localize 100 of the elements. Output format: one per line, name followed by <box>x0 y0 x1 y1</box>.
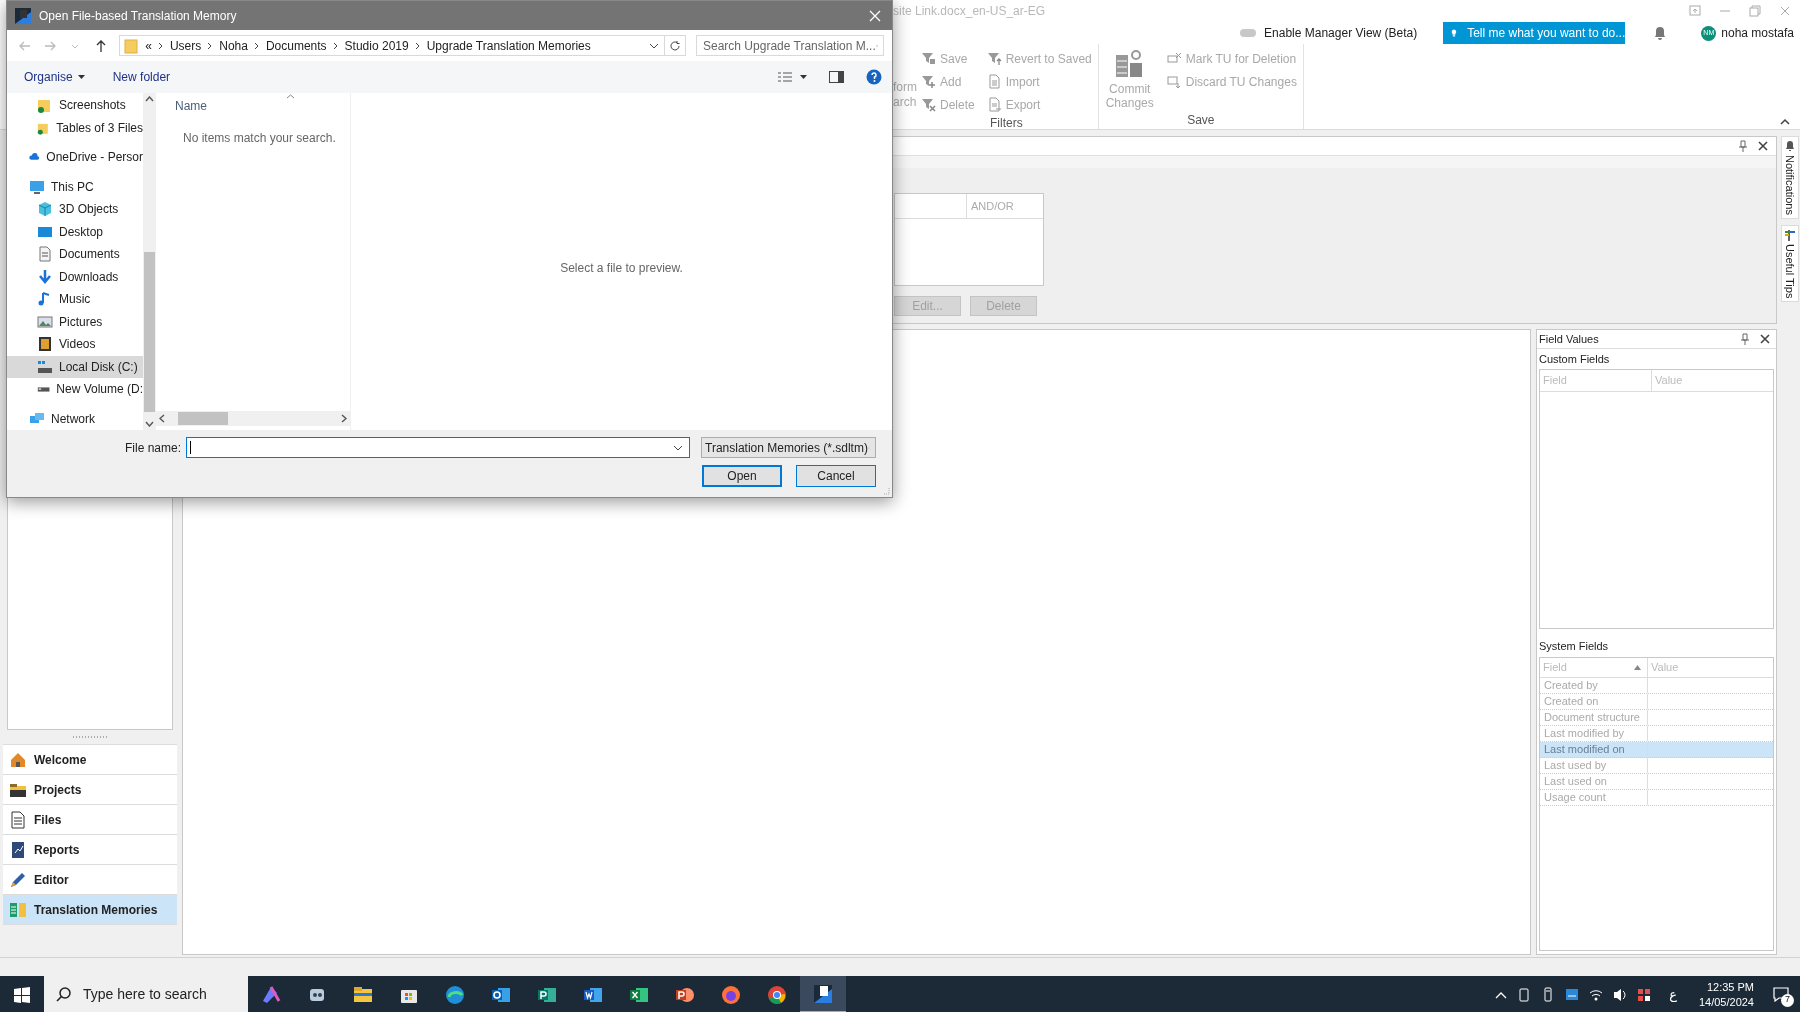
record-icon <box>1166 74 1182 89</box>
message-icon <box>1773 987 1789 1002</box>
filter-icon <box>921 74 936 89</box>
side-tab[interactable]: Useful Tips <box>1781 224 1799 303</box>
view-list-icon <box>778 71 792 83</box>
onedrive-icon[interactable] <box>1565 987 1580 1002</box>
folder-tree-item[interactable]: Videos <box>7 333 143 356</box>
search-field[interactable]: Search Upgrade Translation M... <box>696 35 884 56</box>
folder-tree-item[interactable]: Downloads <box>7 265 143 288</box>
resize-grip-icon <box>882 487 890 495</box>
folder-tree-item[interactable]: Tables of 3 Files <box>7 116 143 139</box>
disk-icon <box>37 358 53 375</box>
horizontal-scrollbar[interactable] <box>156 411 350 426</box>
empty-message: No items match your search. <box>182 130 337 147</box>
drive-icon <box>37 385 51 393</box>
folder-tree-item[interactable]: New Volume (D: <box>7 378 143 401</box>
filter-icon <box>986 51 1002 66</box>
tm-icon <box>9 900 27 919</box>
grid-icon[interactable] <box>1637 987 1652 1002</box>
side-tab[interactable]: Notifications <box>1781 136 1799 219</box>
language-indicator[interactable]: ع <box>1661 984 1685 1005</box>
vertical-scrollbar[interactable] <box>143 93 156 430</box>
filter-icon <box>921 97 936 112</box>
toggle-switch[interactable] <box>1240 29 1257 37</box>
preview-message: Select a file to preview. <box>560 260 683 277</box>
folder-tree-item[interactable]: Screenshots <box>7 94 143 117</box>
open-button[interactable]: Open <box>702 465 782 487</box>
chevron-up-icon <box>145 96 154 102</box>
view-menu[interactable] <box>778 71 807 83</box>
folder-tree-item[interactable]: Network <box>7 407 143 430</box>
organise-menu[interactable]: Organise <box>24 68 85 86</box>
folder-tree-item[interactable]: Desktop <box>7 220 143 243</box>
pin-icon[interactable] <box>1738 140 1748 152</box>
toggle-label: Enable Manager View (Beta) <box>1264 25 1418 42</box>
user-name[interactable]: noha mostafa <box>1721 24 1794 42</box>
nav-item[interactable]: Files <box>3 804 177 834</box>
chevron-right-icon <box>207 41 214 50</box>
document-icon <box>986 97 1002 112</box>
folder-tree-item[interactable]: Documents <box>7 243 143 266</box>
folder-tree-item[interactable]: Local Disk (C:) <box>7 355 143 378</box>
pin-icon[interactable] <box>1740 333 1750 345</box>
help-icon[interactable] <box>866 69 882 85</box>
folder-tree-item[interactable]: This PC <box>7 175 143 198</box>
folder-tree-item[interactable]: 3D Objects <box>7 198 143 221</box>
chevron-right-icon <box>341 414 347 423</box>
file-type-dropdown[interactable]: Translation Memories (*.sdltm) <box>701 437 876 458</box>
nav-item[interactable]: Projects <box>3 774 177 804</box>
breadcrumb[interactable]: Users <box>166 36 205 55</box>
file-name-field[interactable] <box>186 437 690 458</box>
breadcrumb[interactable]: « <box>142 36 155 55</box>
breadcrumb[interactable]: Upgrade Translation Memories <box>423 36 594 55</box>
close-icon[interactable] <box>1760 334 1770 344</box>
chevron-right-icon <box>157 41 164 50</box>
wifi-icon[interactable] <box>1589 987 1604 1002</box>
taskbar-app-button[interactable] <box>800 976 846 1012</box>
record-icon <box>1166 51 1182 66</box>
breadcrumb[interactable]: Documents <box>262 36 330 55</box>
cancel-button[interactable]: Cancel <box>796 465 876 487</box>
splitter-grip-icon <box>72 734 108 740</box>
folder-tree-item[interactable]: Pictures <box>7 310 143 333</box>
notification-badge: 7 <box>1781 993 1794 1007</box>
new-folder-button[interactable]: New folder <box>112 68 171 86</box>
dialog-title: Open File-based Translation Memory <box>39 7 238 25</box>
nav-item[interactable]: Editor <box>3 864 177 894</box>
filter-icon <box>921 51 936 66</box>
window-title: site Link.docx_en-US_ar-EG <box>893 3 1046 20</box>
ribbon-label: form <box>893 80 915 94</box>
nav-item[interactable]: Welcome <box>3 744 177 774</box>
clock[interactable]: 12:35 PM 14/05/2024 <box>1694 979 1758 1010</box>
notification-center-button[interactable]: 7 <box>1768 979 1794 1010</box>
ribbon-group-label: Filters <box>989 115 1024 132</box>
panel-title: Field Values <box>1539 331 1600 347</box>
bell-icon <box>1653 26 1668 40</box>
collapse-icon <box>1780 118 1790 125</box>
folder-tree-item[interactable]: OneDrive - Persor <box>7 146 143 169</box>
nav-item[interactable]: Reports <box>3 834 177 864</box>
nav-item[interactable]: Translation Memories <box>3 894 177 924</box>
section-title: Custom Fields <box>1538 351 1611 367</box>
close-icon[interactable] <box>1758 141 1768 151</box>
breadcrumb[interactable]: Studio 2019 <box>341 36 412 55</box>
phone-icon[interactable] <box>1517 987 1532 1002</box>
refresh-icon <box>669 39 681 52</box>
sort-ascending-icon <box>1634 665 1641 670</box>
folder-tree-item[interactable]: Music <box>7 288 143 311</box>
chevron-right-icon <box>414 41 421 50</box>
sort-icon <box>286 94 295 99</box>
reports-icon <box>9 840 27 859</box>
app-logo-icon <box>15 7 31 24</box>
taskbar-search-field[interactable]: Type here to search <box>44 976 248 1012</box>
caret-icon <box>800 75 807 79</box>
preview-pane-icon[interactable] <box>829 71 844 83</box>
address-bar[interactable]: « Users Noha Documents Studio 2019 Upgrade Translation Memories <box>119 35 686 56</box>
windows-logo-icon <box>14 986 30 1003</box>
chevron-up-icon[interactable] <box>1495 990 1508 999</box>
home-icon <box>9 750 27 769</box>
folder-icon <box>124 37 139 54</box>
speaker-icon[interactable] <box>1613 987 1628 1002</box>
column-header[interactable]: Name <box>156 93 350 115</box>
bell-icon <box>1784 140 1796 152</box>
breadcrumb[interactable]: Noha <box>216 36 251 55</box>
